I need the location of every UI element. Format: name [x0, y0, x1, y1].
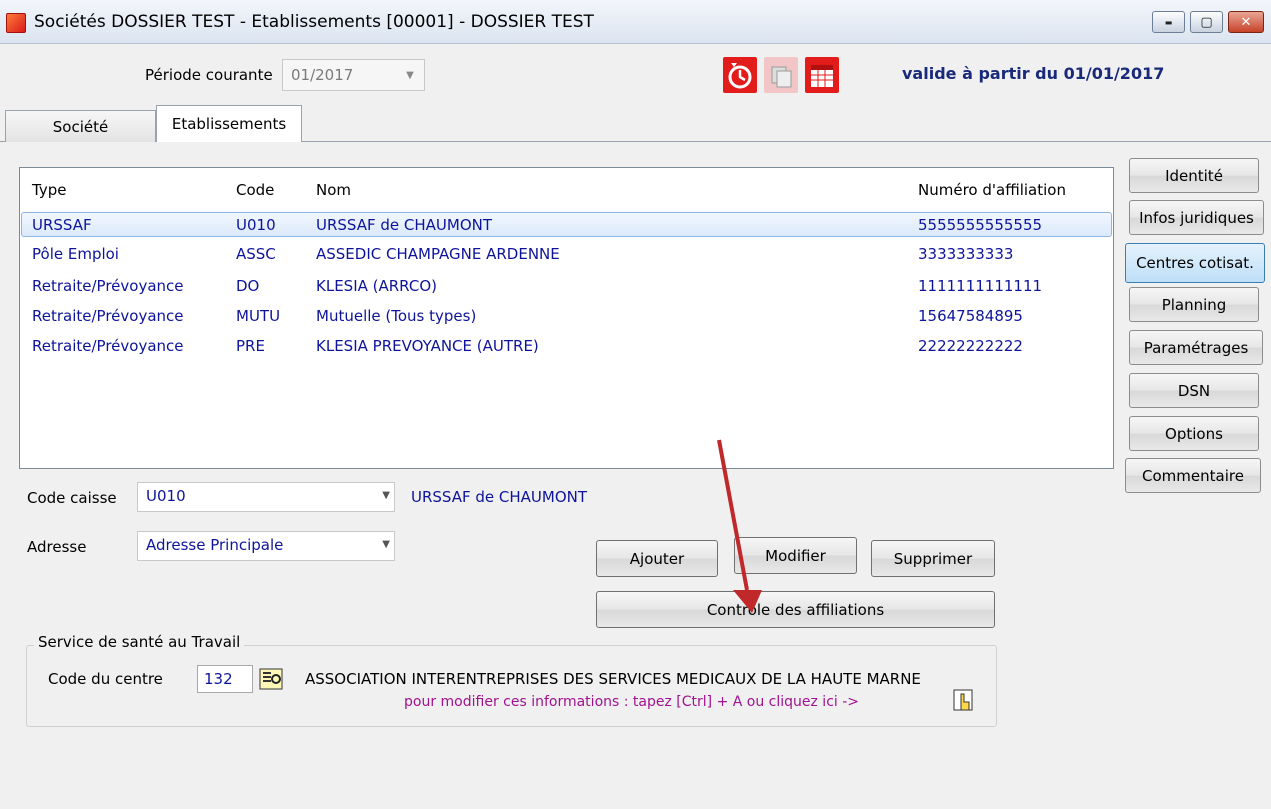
side-button-centres-cotisat[interactable]: Centres cotisat.	[1125, 243, 1265, 283]
side-button-commentaire[interactable]: Commentaire	[1125, 458, 1261, 493]
period-select[interactable]: 01/2017 ▼	[282, 59, 425, 91]
column-header-type[interactable]: Type	[32, 181, 66, 199]
code-centre-label: Code du centre	[48, 670, 163, 688]
valid-from-text: valide à partir du 01/01/2017	[902, 64, 1165, 83]
chevron-down-icon[interactable]: ▼	[396, 60, 424, 90]
table-row[interactable]: Retraite/Prévoyance MUTU Mutuelle (Tous …	[21, 304, 1112, 329]
period-value: 01/2017	[291, 66, 354, 84]
copy-icon[interactable]	[764, 57, 798, 93]
side-button-parametrages[interactable]: Paramétrages	[1129, 330, 1263, 365]
chevron-down-icon[interactable]: ▼	[382, 490, 390, 501]
centres-list[interactable]: Type Code Nom Numéro d'affiliation URSSA…	[19, 167, 1114, 469]
cell-nom: KLESIA PREVOYANCE (AUTRE)	[316, 337, 539, 355]
tab-label: Société	[52, 117, 109, 136]
cell-nom: KLESIA (ARRCO)	[316, 277, 437, 295]
association-name: ASSOCIATION INTERENTREPRISES DES SERVICE…	[305, 670, 921, 688]
adresse-select[interactable]: Adresse Principale ▼	[137, 531, 395, 561]
window-title: Sociétés DOSSIER TEST - Etablissements […	[34, 12, 594, 32]
ajouter-button[interactable]: Ajouter	[596, 540, 718, 577]
cell-numero: 1111111111111	[918, 277, 1043, 295]
column-header-numero[interactable]: Numéro d'affiliation	[918, 181, 1066, 199]
adresse-label: Adresse	[27, 538, 87, 556]
side-button-planning[interactable]: Planning	[1129, 287, 1259, 322]
calendar-icon[interactable]	[805, 57, 839, 93]
tab-label: Etablissements	[171, 115, 287, 133]
cell-nom: ASSEDIC CHAMPAGNE ARDENNE	[316, 245, 560, 263]
table-row[interactable]: URSSAF U010 URSSAF de CHAUMONT 555555555…	[21, 212, 1112, 237]
controle-affiliations-button[interactable]: Contrôle des affiliations	[596, 591, 995, 628]
cell-type: Pôle Emploi	[32, 245, 119, 263]
cell-nom: URSSAF de CHAUMONT	[316, 216, 493, 234]
chevron-down-icon[interactable]: ▼	[382, 539, 390, 550]
adresse-value: Adresse Principale	[146, 536, 284, 554]
minimize-icon: ▬	[1164, 17, 1173, 27]
code-caisse-name: URSSAF de CHAUMONT	[411, 488, 588, 506]
tab-societe[interactable]: Société	[5, 110, 156, 142]
column-header-nom[interactable]: Nom	[316, 181, 351, 199]
cell-code: DO	[236, 277, 260, 295]
maximize-icon: ▢	[1200, 14, 1213, 30]
table-row[interactable]: Retraite/Prévoyance PRE KLESIA PREVOYANC…	[21, 334, 1112, 359]
app-icon	[6, 13, 26, 33]
supprimer-button[interactable]: Supprimer	[871, 540, 995, 577]
cell-type: Retraite/Prévoyance	[32, 307, 184, 325]
cell-numero: 22222222222	[918, 337, 1023, 355]
cell-code: MUTU	[236, 307, 281, 325]
pointing-hand-icon[interactable]	[952, 688, 978, 714]
column-header-code[interactable]: Code	[236, 181, 274, 199]
cell-numero: 3333333333	[918, 245, 1014, 263]
cell-type: Retraite/Prévoyance	[32, 337, 184, 355]
code-centre-field[interactable]: 132	[197, 665, 253, 693]
cell-type: Retraite/Prévoyance	[32, 277, 184, 295]
cell-code: U010	[236, 216, 276, 234]
modify-hint-text: pour modifier ces informations : tapez […	[404, 694, 860, 710]
minimize-button[interactable]: ▬	[1152, 11, 1185, 33]
close-icon: ✕	[1240, 14, 1252, 30]
code-caisse-select[interactable]: U010 ▼	[137, 482, 395, 512]
table-row[interactable]: Pôle Emploi ASSC ASSEDIC CHAMPAGNE ARDEN…	[21, 242, 1112, 267]
cell-code: ASSC	[236, 245, 276, 263]
modifier-button[interactable]: Modifier	[734, 537, 857, 574]
side-button-options[interactable]: Options	[1129, 416, 1259, 451]
sante-travail-title: Service de santé au Travail	[34, 633, 245, 651]
period-label: Période courante	[145, 66, 273, 84]
side-button-identite[interactable]: Identité	[1129, 158, 1259, 193]
side-button-dsn[interactable]: DSN	[1129, 373, 1259, 408]
table-row[interactable]: Retraite/Prévoyance DO KLESIA (ARRCO) 11…	[21, 274, 1112, 299]
code-caisse-value: U010	[146, 487, 186, 505]
clock-refresh-icon[interactable]	[723, 57, 757, 93]
cell-numero: 15647584895	[918, 307, 1023, 325]
close-button[interactable]: ✕	[1228, 11, 1264, 33]
cell-type: URSSAF	[32, 216, 92, 234]
side-button-infos-juridiques[interactable]: Infos juridiques	[1129, 200, 1264, 235]
tab-etablissements[interactable]: Etablissements	[156, 105, 302, 142]
cell-code: PRE	[236, 337, 265, 355]
cell-numero: 5555555555555	[918, 216, 1043, 234]
maximize-button[interactable]: ▢	[1190, 11, 1223, 33]
search-centre-icon[interactable]	[257, 664, 287, 694]
code-caisse-label: Code caisse	[27, 489, 117, 507]
cell-nom: Mutuelle (Tous types)	[316, 307, 477, 325]
